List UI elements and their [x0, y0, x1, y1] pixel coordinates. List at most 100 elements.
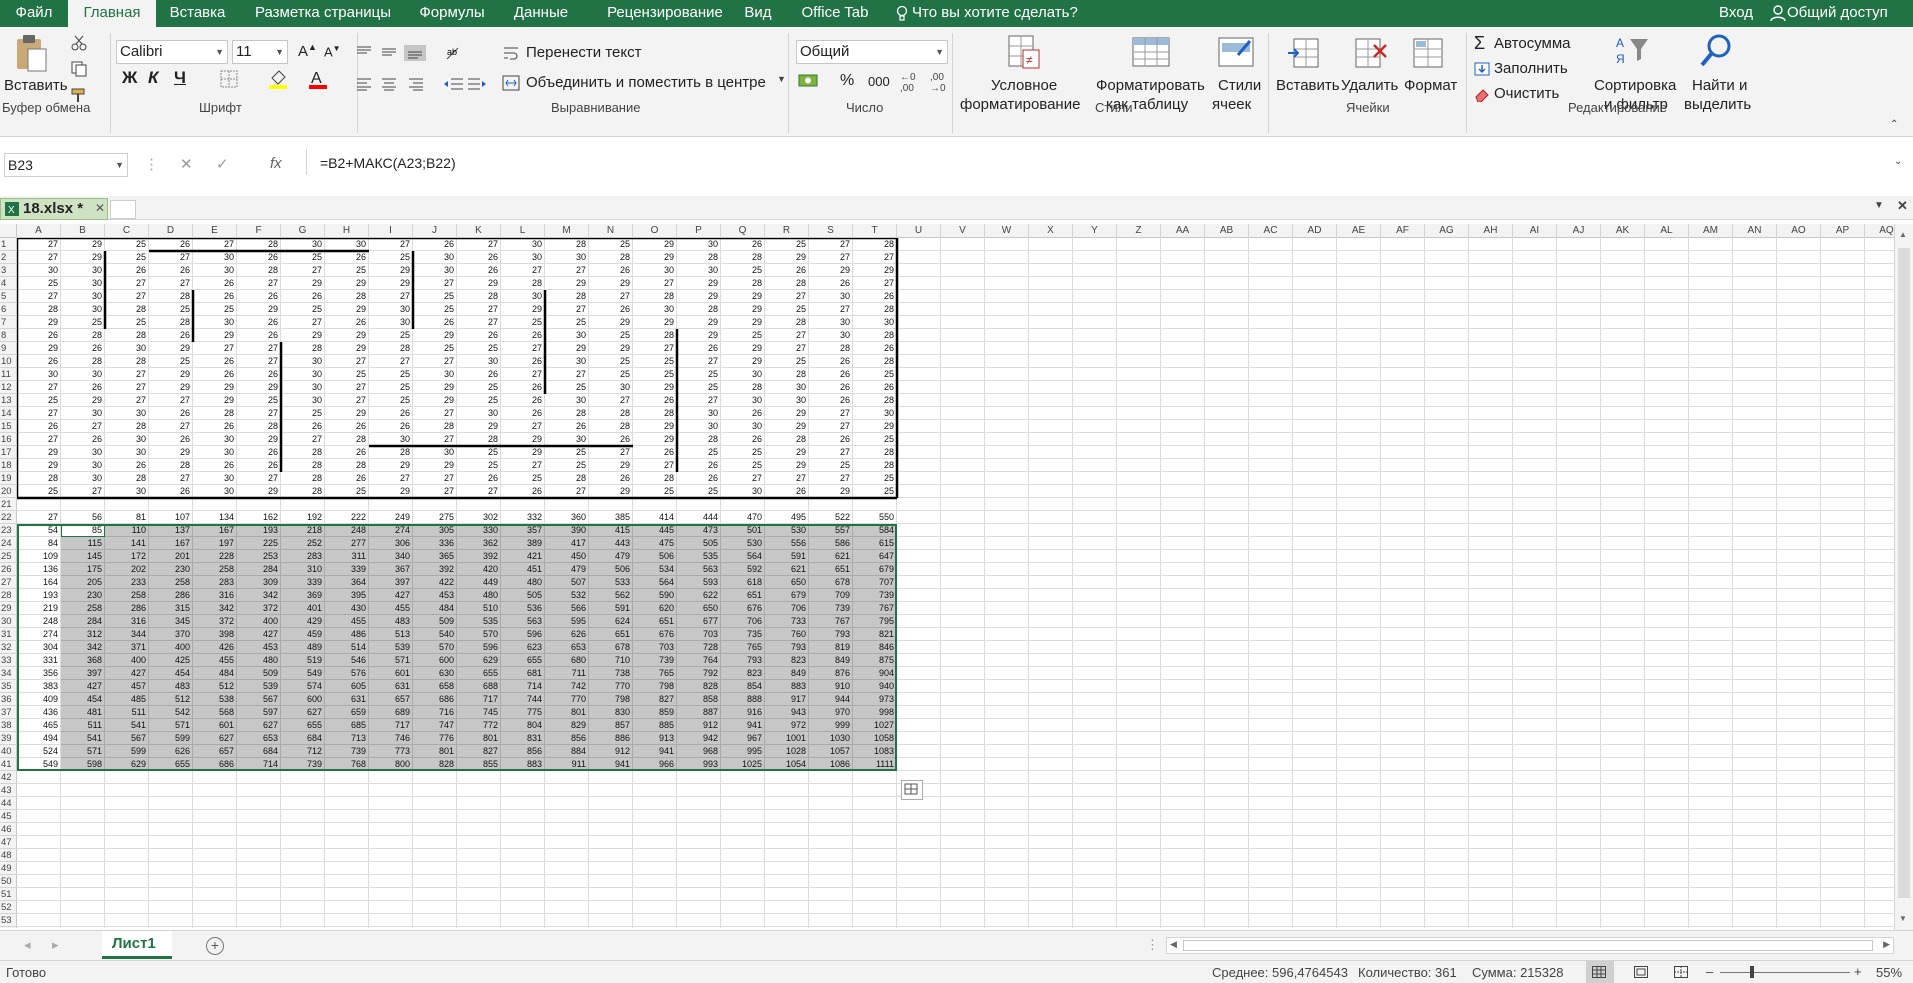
cancel-icon[interactable]: ✕ — [180, 155, 193, 173]
enter-icon[interactable]: ✓ — [216, 155, 229, 173]
vertical-scrollbar[interactable]: ▲ ▼ — [1894, 224, 1913, 930]
row-header-49[interactable]: 49 — [0, 862, 17, 875]
paste-icon[interactable] — [14, 33, 48, 73]
sheet-scroll-left[interactable]: ◂ — [24, 937, 31, 953]
column-header-H[interactable]: H — [325, 224, 369, 238]
column-header-A[interactable]: A — [17, 224, 61, 238]
tell-me-search[interactable]: Что вы хотите сделать? — [912, 0, 1082, 27]
quick-analysis-button[interactable] — [901, 780, 923, 800]
row-header-39[interactable]: 39 — [0, 732, 17, 745]
column-header-AI[interactable]: AI — [1513, 224, 1557, 238]
column-header-Y[interactable]: Y — [1073, 224, 1117, 238]
autosum-icon[interactable]: Σ — [1474, 33, 1485, 54]
column-header-AC[interactable]: AC — [1249, 224, 1293, 238]
zoom-slider[interactable] — [1720, 972, 1850, 973]
column-header-B[interactable]: B — [61, 224, 105, 238]
tab-data[interactable]: Данные — [506, 0, 576, 27]
row-header-40[interactable]: 40 — [0, 745, 17, 758]
row-header-10[interactable]: 10 — [0, 355, 17, 368]
increase-font-button[interactable]: A▲ — [298, 42, 317, 60]
column-header-S[interactable]: S — [809, 224, 853, 238]
autosum-button[interactable]: Автосумма — [1494, 35, 1571, 52]
expand-formula-icon[interactable]: ⌄ — [1894, 156, 1902, 167]
row-header-19[interactable]: 19 — [0, 472, 17, 485]
column-header-P[interactable]: P — [677, 224, 721, 238]
column-header-AK[interactable]: AK — [1601, 224, 1645, 238]
row-header-15[interactable]: 15 — [0, 420, 17, 433]
column-header-AL[interactable]: AL — [1645, 224, 1689, 238]
delete-cells-button[interactable]: Удалить — [1341, 77, 1398, 94]
row-header-7[interactable]: 7 — [0, 316, 17, 329]
zoom-level[interactable]: 55% — [1876, 965, 1902, 980]
cut-icon[interactable] — [70, 35, 88, 51]
tab-review[interactable]: Рецензирование — [590, 0, 740, 27]
zoom-slider-thumb[interactable] — [1750, 966, 1754, 978]
sort-filter-button[interactable]: Сортировка — [1594, 77, 1676, 94]
decrease-font-button[interactable]: A▼ — [324, 44, 341, 59]
font-size-combo[interactable]: 11 ▼ — [232, 40, 288, 64]
column-header-W[interactable]: W — [985, 224, 1029, 238]
horizontal-align-icons[interactable] — [354, 77, 428, 91]
row-header-11[interactable]: 11 — [0, 368, 17, 381]
column-header-R[interactable]: R — [765, 224, 809, 238]
row-header-3[interactable]: 3 — [0, 264, 17, 277]
formula-input[interactable]: =B2+МАКС(A23;B22) — [320, 155, 456, 171]
row-header-14[interactable]: 14 — [0, 407, 17, 420]
tab-file[interactable]: Файл — [0, 0, 68, 27]
row-header-41[interactable]: 41 — [0, 758, 17, 771]
wrap-text-button[interactable]: Перенести текст — [526, 44, 642, 61]
column-header-AP[interactable]: AP — [1821, 224, 1865, 238]
number-format-combo[interactable]: Общий ▼ — [796, 40, 948, 64]
column-header-U[interactable]: U — [897, 224, 941, 238]
column-header-I[interactable]: I — [369, 224, 413, 238]
row-header-17[interactable]: 17 — [0, 446, 17, 459]
tab-page-layout[interactable]: Разметка страницы — [248, 0, 398, 27]
column-header-AO[interactable]: AO — [1777, 224, 1821, 238]
row-header-50[interactable]: 50 — [0, 875, 17, 888]
row-header-24[interactable]: 24 — [0, 537, 17, 550]
orientation-icon[interactable]: ab — [444, 45, 468, 61]
row-header-47[interactable]: 47 — [0, 836, 17, 849]
column-header-AG[interactable]: AG — [1425, 224, 1469, 238]
sheet-scroll-right[interactable]: ▸ — [52, 937, 59, 953]
row-header-36[interactable]: 36 — [0, 693, 17, 706]
row-header-37[interactable]: 37 — [0, 706, 17, 719]
column-header-AF[interactable]: AF — [1381, 224, 1425, 238]
underline-button[interactable]: Ч — [174, 68, 186, 88]
bold-button[interactable]: Ж — [122, 68, 137, 88]
fill-color-icon[interactable] — [268, 68, 288, 90]
row-header-9[interactable]: 9 — [0, 342, 17, 355]
row-header-45[interactable]: 45 — [0, 810, 17, 823]
column-header-C[interactable]: C — [105, 224, 149, 238]
column-header-M[interactable]: M — [545, 224, 589, 238]
tab-insert[interactable]: Вставка — [160, 0, 235, 27]
row-header-12[interactable]: 12 — [0, 381, 17, 394]
row-header-48[interactable]: 48 — [0, 849, 17, 862]
row-header-18[interactable]: 18 — [0, 459, 17, 472]
tab-view[interactable]: Вид — [740, 0, 776, 27]
row-header-26[interactable]: 26 — [0, 563, 17, 576]
row-header-28[interactable]: 28 — [0, 589, 17, 602]
row-header-53[interactable]: 53 — [0, 914, 17, 927]
increase-decimal-button[interactable]: ←0,00 — [900, 72, 916, 94]
format-as-table-icon[interactable] — [1132, 35, 1172, 71]
column-header-G[interactable]: G — [281, 224, 325, 238]
column-header-X[interactable]: X — [1029, 224, 1073, 238]
row-header-5[interactable]: 5 — [0, 290, 17, 303]
format-cells-button[interactable]: Формат — [1404, 77, 1457, 94]
column-header-AA[interactable]: AA — [1161, 224, 1205, 238]
column-header-Q[interactable]: Q — [721, 224, 765, 238]
format-cells-icon[interactable] — [1412, 35, 1446, 71]
borders-icon[interactable] — [220, 70, 238, 88]
column-header-AH[interactable]: AH — [1469, 224, 1513, 238]
find-select-icon[interactable] — [1700, 33, 1734, 69]
name-box[interactable]: B23 ▼ — [4, 153, 128, 177]
conditional-formatting-button[interactable]: Условное — [991, 77, 1057, 94]
row-header-13[interactable]: 13 — [0, 394, 17, 407]
row-header-21[interactable]: 21 — [0, 498, 17, 511]
zoom-in-button[interactable]: + — [1854, 964, 1862, 979]
column-header-AE[interactable]: AE — [1337, 224, 1381, 238]
row-header-30[interactable]: 30 — [0, 615, 17, 628]
sign-in-link[interactable]: Вход — [1716, 0, 1756, 27]
fill-down-icon[interactable] — [1474, 62, 1490, 76]
